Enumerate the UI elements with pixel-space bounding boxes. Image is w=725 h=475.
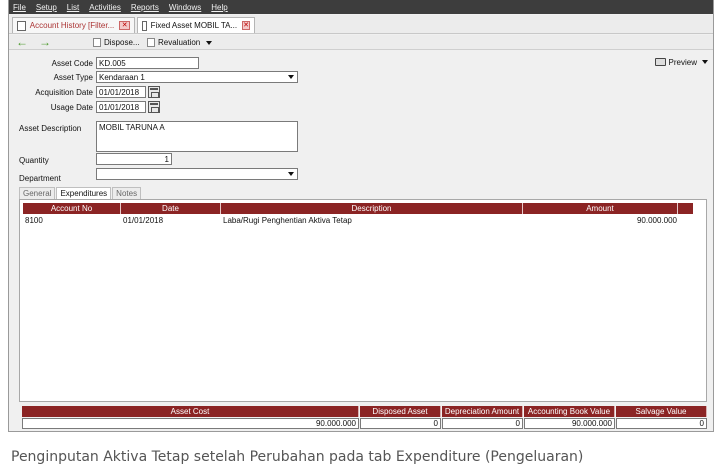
document-icon [17, 20, 26, 31]
cell-amount: 90.000.000 [636, 216, 677, 225]
asset-code-label: Asset Code [51, 59, 93, 68]
usage-date-label: Usage Date [50, 103, 93, 112]
cell-date: 01/01/2018 [123, 216, 164, 225]
acquisition-date-label: Acquisition Date [35, 88, 93, 97]
menu-activities[interactable]: Activities [89, 3, 121, 12]
table-row[interactable]: 8100 01/01/2018 Laba/Rugi Penghentian Ak… [23, 215, 693, 226]
tab-label: Account History [Filter... [29, 21, 115, 30]
cell-account-no: 8100 [25, 216, 43, 225]
close-icon[interactable]: ✕ [119, 21, 130, 30]
accounting-book-value-value: 90.000.000 [524, 418, 615, 429]
depreciation-amount-value: 0 [442, 418, 523, 429]
preview-label: Preview [668, 57, 697, 67]
forward-arrow-icon[interactable]: → [39, 35, 51, 49]
depreciation-amount-header: Depreciation Amount [442, 406, 523, 417]
salvage-value-header: Salvage Value [616, 406, 707, 417]
tab-expenditures[interactable]: Expenditures [56, 187, 112, 199]
application-window: File Setup List Activities Reports Windo… [8, 0, 714, 432]
asset-cost-header: Asset Cost [22, 406, 359, 417]
grid-header: Account No Date Description Amount [23, 203, 693, 214]
department-select[interactable] [96, 168, 298, 180]
cell-description: Laba/Rugi Penghentian Aktiva Tetap [223, 216, 352, 225]
asset-type-select[interactable]: Kendaraan 1 [96, 71, 298, 83]
tab-general[interactable]: General [19, 187, 56, 199]
asset-type-value: Kendaraan 1 [99, 73, 145, 82]
column-date[interactable]: Date [121, 203, 221, 214]
disposed-asset-value: 0 [360, 418, 441, 429]
dispose-label: Dispose... [104, 38, 140, 47]
revaluation-icon [147, 38, 155, 47]
home-icon [142, 20, 147, 31]
close-icon[interactable]: ✕ [242, 21, 250, 30]
disposed-asset-header: Disposed Asset [360, 406, 441, 417]
column-account-no[interactable]: Account No [23, 203, 121, 214]
asset-code-field[interactable]: KD.005 [96, 57, 199, 69]
dropdown-arrow-icon [288, 172, 294, 176]
dispose-button[interactable]: Dispose... [93, 36, 140, 49]
document-tab-bar: Account History [Filter... ✕ Fixed Asset… [9, 15, 713, 34]
chevron-down-icon [206, 40, 213, 45]
asset-description-field[interactable]: MOBIL TARUNA A [96, 121, 298, 152]
column-description[interactable]: Description [221, 203, 523, 214]
quantity-field[interactable]: 1 [96, 153, 172, 165]
quantity-label: Quantity [19, 156, 49, 165]
asset-cost-value: 90.000.000 [22, 418, 359, 429]
menu-setup[interactable]: Setup [36, 3, 57, 12]
menu-reports[interactable]: Reports [131, 3, 159, 12]
revaluation-label: Revaluation [158, 38, 201, 47]
acquisition-date-field[interactable]: 01/01/2018 [96, 86, 146, 98]
calendar-icon[interactable] [148, 101, 160, 113]
detail-tabs: General Expenditures Notes [19, 187, 142, 199]
salvage-value-field[interactable]: 0 [616, 418, 707, 429]
asset-description-label: Asset Description [19, 124, 82, 133]
menu-bar: File Setup List Activities Reports Windo… [9, 0, 713, 14]
asset-type-label: Asset Type [53, 73, 93, 82]
summary-footer: Asset Cost Disposed Asset Depreciation A… [22, 406, 707, 430]
expenditures-grid: Account No Date Description Amount 8100 … [19, 199, 707, 402]
tab-label: Fixed Asset MOBIL TA... [150, 21, 238, 30]
accounting-book-value-header: Accounting Book Value [524, 406, 615, 417]
dispose-icon [93, 38, 101, 47]
tab-notes[interactable]: Notes [112, 187, 142, 199]
menu-list[interactable]: List [67, 3, 79, 12]
tab-account-history[interactable]: Account History [Filter... ✕ [12, 17, 135, 33]
menu-file[interactable]: File [13, 3, 26, 12]
figure-caption: Penginputan Aktiva Tetap setelah Perubah… [11, 449, 584, 465]
dropdown-arrow-icon [288, 75, 294, 79]
back-arrow-icon[interactable]: ← [16, 35, 28, 49]
printer-icon [654, 58, 666, 66]
usage-date-field[interactable]: 01/01/2018 [96, 101, 146, 113]
chevron-down-icon [702, 60, 708, 64]
preview-button[interactable]: Preview [654, 56, 708, 68]
department-label: Department [19, 174, 61, 183]
calendar-icon[interactable] [148, 86, 160, 98]
menu-windows[interactable]: Windows [169, 3, 201, 12]
revaluation-button[interactable]: Revaluation [147, 36, 213, 49]
column-amount[interactable]: Amount [523, 203, 678, 214]
toolbar: ← → Dispose... Revaluation [9, 35, 713, 50]
menu-help[interactable]: Help [211, 3, 227, 12]
tab-fixed-asset[interactable]: Fixed Asset MOBIL TA... ✕ [137, 17, 255, 33]
